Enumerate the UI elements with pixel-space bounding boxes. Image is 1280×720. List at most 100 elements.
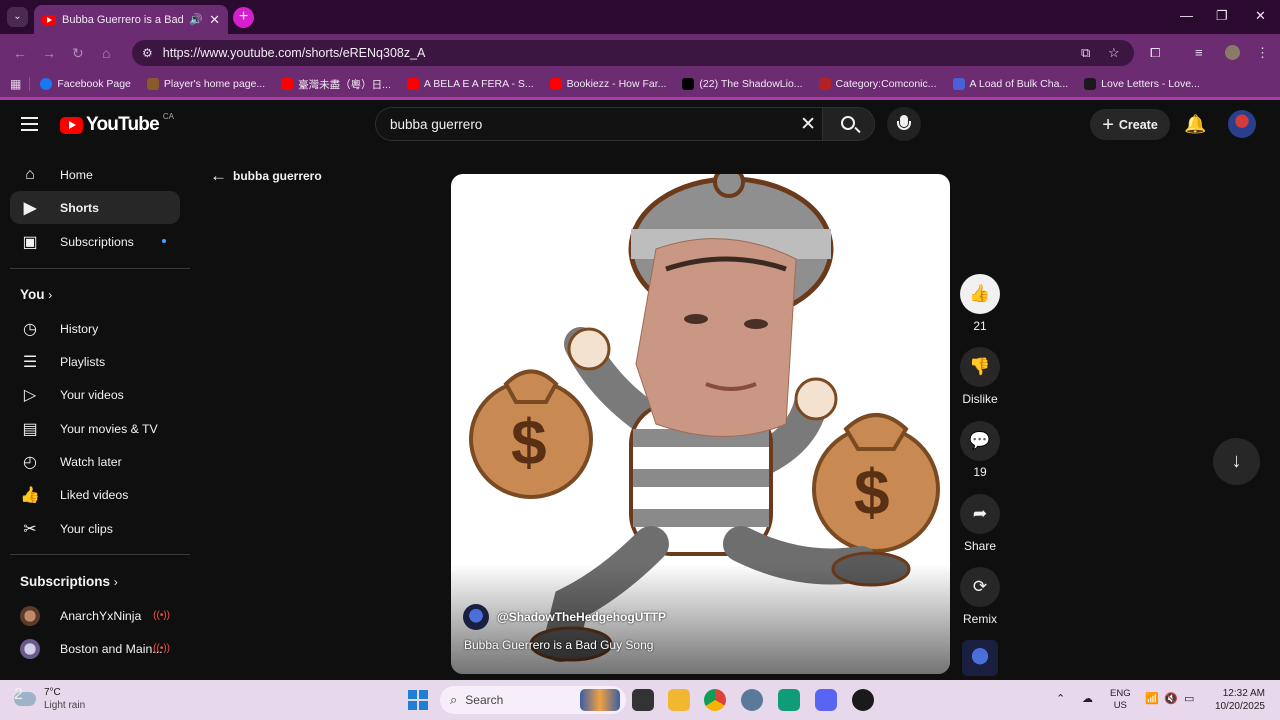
create-button[interactable]: + Create — [1090, 109, 1170, 140]
sidebar-item-watch-later[interactable]: ◴ Watch later — [10, 445, 180, 478]
sidebar-divider — [10, 554, 190, 555]
forward-nav-icon[interactable]: → — [42, 45, 56, 61]
next-video-button[interactable]: ↓ — [1213, 438, 1260, 485]
weather-widget[interactable]: 7°C Light rain — [14, 686, 85, 712]
bookmark-item[interactable]: (22) The ShadowLio... — [682, 78, 803, 90]
sidebar-divider — [10, 268, 190, 269]
wifi-icon[interactable]: 📶 — [1145, 692, 1159, 705]
app-icon[interactable] — [741, 689, 763, 711]
discord-icon[interactable] — [815, 689, 837, 711]
you-heading[interactable]: You › — [20, 287, 52, 302]
sidebar-item-movies[interactable]: ▤ Your movies & TV — [10, 412, 180, 445]
page-scrollbar[interactable] — [1274, 150, 1280, 680]
pycharm-icon[interactable] — [778, 689, 800, 711]
sound-thumbnail[interactable] — [962, 640, 998, 676]
new-tab-button[interactable]: + — [233, 7, 254, 28]
sidebar-item-history[interactable]: ◷ History — [10, 312, 180, 345]
search-input[interactable]: bubba guerrero ✕ — [375, 107, 823, 141]
back-nav-icon[interactable]: ← — [13, 45, 27, 61]
obs-icon[interactable] — [852, 689, 874, 711]
bookmark-item[interactable]: Bookiezz - How Far... — [549, 78, 666, 90]
sidebar-item-liked-videos[interactable]: 👍 Liked videos — [10, 478, 180, 511]
close-window-icon[interactable]: ✕ — [1255, 8, 1266, 24]
logo-wordmark: YouTube — [86, 114, 160, 135]
remix-button[interactable]: ⟳ — [960, 567, 1000, 607]
youtube-logo[interactable]: YouTube CA — [60, 112, 174, 136]
subscription-item[interactable]: Boston and Main... ((•)) — [10, 632, 180, 665]
clock-icon: ◴ — [23, 453, 37, 471]
sidebar-item-playlists[interactable]: ☰ Playlists — [10, 345, 180, 378]
extensions-icon[interactable]: ⧠ — [1150, 45, 1160, 61]
temperature: 7°C — [44, 687, 61, 698]
remix-icon: ⟳ — [972, 577, 988, 596]
install-app-icon[interactable]: ⧉ — [1081, 45, 1090, 61]
bookmark-item[interactable]: Facebook Page — [40, 78, 131, 90]
volume-muted-icon[interactable]: 🔇 — [1164, 692, 1178, 705]
bookmark-item[interactable]: A Load of Bulk Cha... — [952, 78, 1068, 90]
onedrive-icon[interactable]: ☁ — [1082, 692, 1093, 705]
voice-search-button[interactable] — [887, 107, 921, 141]
video-title[interactable]: Bubba Guerrero is a Bad Guy Song — [464, 638, 653, 652]
task-view-icon[interactable] — [632, 689, 654, 711]
menu-hamburger-icon[interactable] — [21, 117, 38, 135]
sidebar-item-home[interactable]: ⌂ Home — [10, 158, 180, 191]
letter-f-icon — [1084, 78, 1097, 90]
dislike-button[interactable]: 👎 — [960, 347, 1000, 387]
sidebar-item-subscriptions[interactable]: ▣ Subscriptions — [10, 225, 180, 258]
channel-name[interactable]: @ShadowTheHedgehogUTTP — [497, 610, 666, 624]
sidebar-item-clips[interactable]: ✂ Your clips — [10, 512, 180, 545]
apps-grid-icon[interactable]: ▦ — [10, 77, 21, 91]
menu-dots-icon[interactable]: ⋮ — [1256, 45, 1269, 61]
tab-close-icon[interactable]: ✕ — [209, 12, 220, 28]
live-icon: ((•)) — [153, 643, 170, 654]
windows-start-icon[interactable] — [408, 690, 428, 710]
bookmark-item[interactable]: Player's home page... — [146, 78, 265, 90]
like-button[interactable]: 👍 — [960, 274, 1000, 314]
bookmark-star-icon[interactable]: ☆ — [1108, 45, 1120, 61]
address-bar[interactable]: ⚙ https://www.youtube.com/shorts/eRENq30… — [132, 40, 1134, 66]
notifications-bell-icon[interactable]: 🔔 — [1184, 114, 1206, 135]
speaker-icon[interactable]: 🔊 — [189, 13, 203, 26]
chrome-icon[interactable] — [704, 689, 726, 711]
minimize-icon[interactable]: — — [1180, 8, 1193, 23]
svg-text:$: $ — [854, 456, 890, 528]
history-icon: ◷ — [23, 320, 37, 338]
scissors-icon: ✂ — [23, 520, 37, 538]
bookmark-item[interactable]: Category:Comconic... — [818, 78, 937, 90]
tab-search-button[interactable]: ⌄ — [7, 7, 28, 27]
browser-tab[interactable]: Bubba Guerrero is a Bad Guy Song 🔊 ✕ — [34, 5, 228, 34]
system-clock[interactable]: 12:32 AM 10/20/2025 — [1205, 687, 1265, 713]
search-button[interactable] — [822, 107, 875, 141]
share-button[interactable]: ➦ — [960, 494, 1000, 534]
file-explorer-icon[interactable] — [668, 689, 690, 711]
site-info-icon[interactable]: ⚙ — [142, 46, 153, 60]
channel-avatar[interactable] — [463, 604, 489, 630]
subscriptions-heading[interactable]: Subscriptions › — [20, 574, 118, 589]
shorts-video-player[interactable]: $ $ @ShadowTheHedgehogUTTP Bubba Guerrer… — [451, 174, 950, 674]
search-query: bubba guerrero — [390, 116, 483, 132]
home-nav-icon[interactable]: ⌂ — [102, 45, 110, 61]
your-videos-icon: ▷ — [23, 386, 37, 404]
show-hidden-icons[interactable]: ⌃ — [1056, 692, 1065, 705]
sidebar-item-shorts[interactable]: ▶ Shorts — [10, 191, 180, 224]
bookmark-item[interactable]: A BELA E A FERA - S... — [406, 78, 534, 90]
widget-art-icon[interactable] — [580, 689, 620, 711]
media-control-icon[interactable]: ≡ — [1195, 45, 1203, 60]
account-avatar[interactable] — [1228, 110, 1256, 138]
channel-info[interactable]: @ShadowTheHedgehogUTTP — [463, 604, 666, 630]
bookmark-item[interactable]: 臺灣未盡（粵）日... — [281, 77, 391, 92]
reload-icon[interactable]: ↻ — [72, 45, 84, 62]
search-icon: ⌕ — [450, 692, 458, 707]
profile-avatar[interactable] — [1225, 45, 1240, 60]
tab-title: Bubba Guerrero is a Bad Guy Song — [62, 13, 184, 26]
sidebar-item-your-videos[interactable]: ▷ Your videos — [10, 378, 180, 411]
comments-button[interactable]: 💬 — [960, 421, 1000, 461]
subscription-item[interactable]: AnarchYxNinja ((•)) — [10, 599, 180, 632]
battery-icon[interactable]: ▭ — [1184, 692, 1194, 705]
new-content-dot — [162, 239, 166, 243]
back-to-search-link[interactable]: ← bubba guerrero — [210, 166, 322, 186]
clear-search-icon[interactable]: ✕ — [800, 113, 816, 136]
language-indicator[interactable]: ENG US — [1110, 688, 1131, 712]
maximize-icon[interactable]: ❐ — [1216, 8, 1228, 24]
bookmark-item[interactable]: Love Letters - Love... — [1084, 78, 1200, 90]
